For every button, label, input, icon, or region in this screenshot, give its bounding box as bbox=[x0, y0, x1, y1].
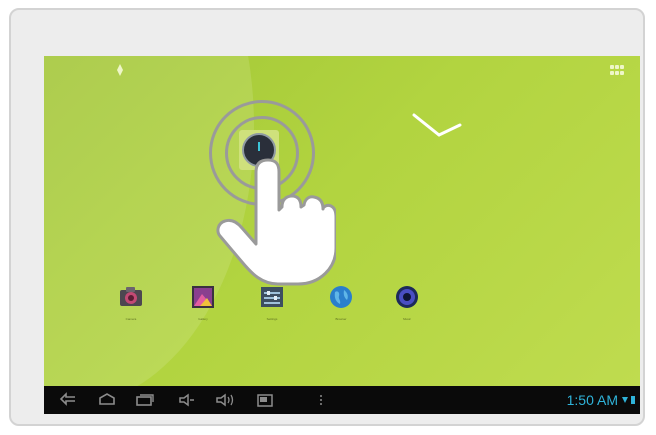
navigation-bar: 1:50 AM bbox=[44, 386, 640, 414]
camera-icon[interactable] bbox=[118, 284, 144, 310]
settings-label: Settings bbox=[266, 318, 278, 321]
tablet-screen: Camera Gallery Settings Browser Music 1:… bbox=[44, 56, 640, 414]
music-icon[interactable] bbox=[394, 284, 420, 310]
gallery-label: Gallery bbox=[198, 318, 208, 321]
settings-icon[interactable] bbox=[259, 284, 285, 310]
recent-apps-icon[interactable] bbox=[134, 392, 156, 408]
menu-icon[interactable] bbox=[310, 392, 332, 408]
camera-label: Camera bbox=[125, 318, 137, 321]
volume-up-icon[interactable] bbox=[214, 392, 236, 408]
gallery-icon[interactable] bbox=[190, 284, 216, 310]
wifi-battery-icon[interactable] bbox=[622, 395, 636, 405]
home-icon[interactable] bbox=[96, 392, 118, 408]
all-apps-icon[interactable] bbox=[610, 65, 624, 75]
browser-label: Browser bbox=[335, 318, 347, 321]
volume-down-icon[interactable] bbox=[176, 392, 198, 408]
status-time[interactable]: 1:50 AM bbox=[567, 392, 618, 408]
browser-icon[interactable] bbox=[328, 284, 354, 310]
notification-icon[interactable] bbox=[117, 64, 123, 76]
screenshot-icon[interactable] bbox=[254, 392, 276, 408]
pointing-hand-icon bbox=[216, 158, 336, 286]
back-icon[interactable] bbox=[58, 392, 80, 408]
figure-frame: Camera Gallery Settings Browser Music 1:… bbox=[9, 8, 645, 426]
analog-clock-widget[interactable] bbox=[412, 112, 464, 140]
music-label: Music bbox=[403, 318, 411, 321]
